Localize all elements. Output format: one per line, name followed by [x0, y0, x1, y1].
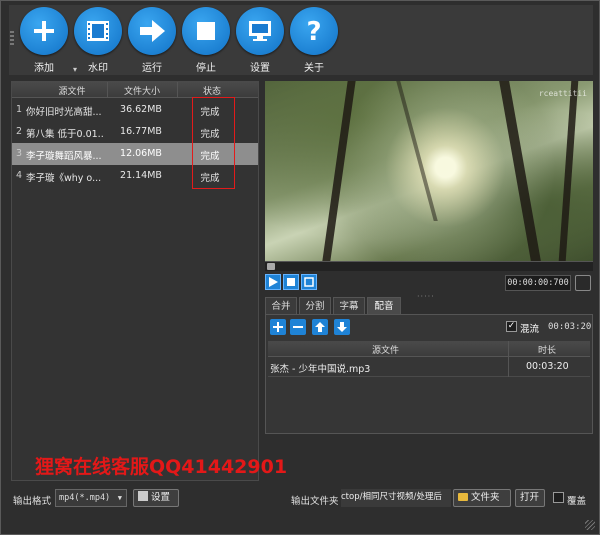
add-label: 添加 [34, 63, 54, 74]
row-filesize: 21.14MB [120, 170, 162, 181]
row-divider [508, 357, 509, 377]
format-value: mp4(*.mp4) [59, 493, 111, 503]
move-up-icon[interactable] [312, 319, 328, 335]
overwrite-label: 覆盖 [567, 496, 587, 507]
audio-filename: 张杰 - 少年中国说.mp3 [270, 364, 371, 375]
video-corner-text: rceattitii [538, 89, 587, 98]
snapshot-icon[interactable] [575, 275, 591, 291]
row-filesize: 12.06MB [120, 148, 162, 159]
chevron-down-icon: ▼ [117, 494, 122, 502]
folder-icon [458, 493, 468, 501]
run-button[interactable]: 运行 [125, 7, 179, 74]
overwrite-checkbox[interactable] [553, 492, 564, 503]
row-filesize: 36.62MB [120, 104, 162, 115]
stop-button[interactable]: 停止 [179, 7, 233, 74]
header-divider [177, 82, 178, 98]
settings-button[interactable]: 设置 [233, 7, 287, 74]
toolbar: 添加 ▾ 水印 运行 停止 设置 ? 关于 [9, 5, 593, 75]
output-folder-label: 输出文件夹 [291, 496, 339, 507]
stop-icon [182, 7, 230, 55]
run-label: 运行 [142, 63, 162, 74]
row-index: 1 [16, 104, 23, 115]
window-resize-grip[interactable] [585, 520, 595, 530]
row-filename: 李子璇《why o... [26, 173, 102, 184]
tab-dubbing[interactable]: 配音 [367, 297, 401, 315]
video-preview: rceattitii [265, 81, 593, 261]
tab-subtitle[interactable]: 字幕 [333, 297, 365, 315]
audio-header-source[interactable]: 源文件 [372, 343, 399, 356]
question-icon: ? [290, 7, 338, 55]
seek-handle[interactable] [267, 263, 275, 270]
header-divider [508, 341, 509, 357]
row-filename: 第八集 低于0.01... [26, 129, 104, 140]
bottom-bar: 输出格式 mp4(*.mp4) ▼ 设置 输出文件夹 ctop/相同尺寸视频/处… [9, 488, 593, 510]
plus-icon [20, 7, 68, 55]
timecode-display: 00:00:00:700 [505, 275, 571, 291]
film-icon [74, 7, 122, 55]
settings-button-label: 设置 [151, 492, 171, 503]
header-source[interactable]: 源文件 [42, 84, 102, 97]
file-table-header: 源文件 文件大小 状态 [12, 82, 258, 98]
svg-text:?: ? [306, 17, 321, 45]
mix-checkbox[interactable]: ✓ [506, 321, 517, 332]
stop-playback-icon[interactable] [283, 274, 299, 290]
add-button[interactable]: 添加 ▾ [17, 7, 77, 74]
watermark-label: 水印 [88, 63, 108, 74]
mix-label: 混流 [520, 324, 540, 335]
output-format-label: 输出格式 [13, 496, 52, 507]
choose-folder-button[interactable]: 文件夹 [453, 489, 511, 507]
player-controls: 00:00:00:700 [265, 273, 593, 293]
audio-duration: 00:03:20 [526, 361, 569, 372]
header-status[interactable]: 状态 [184, 84, 240, 97]
header-divider [107, 82, 108, 98]
tab-merge[interactable]: 合并 [265, 297, 297, 315]
function-tabs: 合并 分割 字幕 配音 [265, 297, 593, 315]
settings-label: 设置 [250, 63, 270, 74]
monitor-icon [236, 7, 284, 55]
audio-table-header: 源文件 时长 [268, 341, 590, 357]
file-list-panel: 源文件 文件大小 状态 1 你好旧时光高甜... 36.62MB 完成 2 第八… [11, 81, 259, 481]
format-settings-button[interactable]: 设置 [133, 489, 179, 507]
mix-duration: 00:03:20 [548, 322, 592, 332]
about-button[interactable]: ? 关于 [287, 7, 341, 74]
settings-small-icon [138, 491, 148, 501]
row-index: 2 [16, 126, 23, 137]
seek-bar[interactable] [265, 261, 593, 271]
open-folder-button[interactable]: 打开 [515, 489, 545, 507]
watermark-button[interactable]: 水印 [71, 7, 125, 74]
row-index: 3 [16, 148, 23, 159]
folder-button-label: 文件夹 [471, 492, 500, 503]
add-audio-icon[interactable] [270, 319, 286, 335]
row-filename: 你好旧时光高甜... [26, 107, 102, 118]
about-label: 关于 [304, 63, 324, 74]
toolbar-grip[interactable] [10, 31, 14, 45]
app-window: 添加 ▾ 水印 运行 停止 设置 ? 关于 源文件 文件大小 状态 1 你好旧时… [0, 0, 600, 535]
arrow-right-icon [128, 7, 176, 55]
header-size[interactable]: 文件大小 [112, 84, 172, 97]
row-filename: 李子璇舞蹈风暴... [26, 151, 102, 162]
remove-audio-icon[interactable] [290, 319, 306, 335]
stop-label: 停止 [196, 63, 216, 74]
dubbing-panel: ✓ 混流 00:03:20 源文件 时长 张杰 - 少年中国说.mp3 00:0… [265, 314, 593, 434]
row-index: 4 [16, 170, 23, 181]
output-format-select[interactable]: mp4(*.mp4) ▼ [55, 489, 127, 507]
audio-header-duration[interactable]: 时长 [538, 343, 556, 356]
status-highlight-box [192, 97, 235, 189]
fullscreen-icon[interactable] [301, 274, 317, 290]
tab-split[interactable]: 分割 [299, 297, 331, 315]
move-down-icon[interactable] [334, 319, 350, 335]
output-path-field[interactable]: ctop/相同尺寸视频/处理后 [341, 489, 451, 507]
audio-row[interactable]: 张杰 - 少年中国说.mp3 00:03:20 [268, 357, 590, 377]
video-frame [265, 81, 593, 261]
play-icon[interactable] [265, 274, 281, 290]
row-filesize: 16.77MB [120, 126, 162, 137]
promo-watermark-text: 狸窝在线客服QQ41442901 [35, 456, 288, 478]
